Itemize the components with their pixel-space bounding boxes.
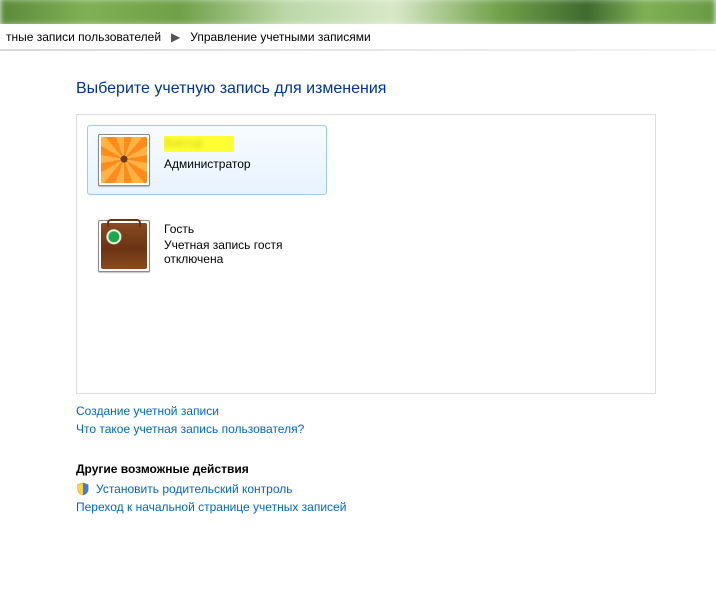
flower-icon — [101, 137, 147, 183]
avatar — [98, 220, 150, 272]
content-area: Выберите учетную запись для изменения Ви… — [0, 50, 716, 514]
shield-icon — [76, 482, 90, 496]
avatar — [98, 134, 150, 186]
account-name-redacted: Виктор — [164, 136, 234, 152]
breadcrumb-level-1[interactable]: тные записи пользователей — [0, 30, 167, 44]
account-item-guest[interactable]: Гость Учетная запись гостя отключена — [87, 211, 327, 281]
account-links: Создание учетной записи Что такое учетна… — [76, 404, 716, 436]
account-role: Администратор — [164, 157, 251, 171]
what-is-account-link[interactable]: Что такое учетная запись пользователя? — [76, 422, 716, 436]
suitcase-icon — [101, 223, 147, 269]
breadcrumb-level-2[interactable]: Управление учетными записями — [184, 30, 376, 44]
goto-accounts-home-link[interactable]: Переход к начальной странице учетных зап… — [76, 500, 716, 514]
other-actions-heading: Другие возможные действия — [76, 462, 716, 476]
account-name: Гость — [164, 222, 316, 236]
account-text: Виктор Администратор — [164, 134, 251, 171]
window-chrome-blur — [0, 0, 716, 26]
page-title: Выберите учетную запись для изменения — [76, 80, 716, 98]
create-account-link[interactable]: Создание учетной записи — [76, 404, 716, 418]
parental-control-link[interactable]: Установить родительский контроль — [96, 482, 293, 496]
account-role: Учетная запись гостя отключена — [164, 238, 316, 266]
accounts-list: Виктор Администратор Гость Учетная запис… — [76, 114, 656, 394]
breadcrumb: тные записи пользователей ▶ Управление у… — [0, 24, 716, 50]
account-item-admin[interactable]: Виктор Администратор — [87, 125, 327, 195]
parental-control-row: Установить родительский контроль — [76, 482, 716, 496]
account-text: Гость Учетная запись гостя отключена — [164, 220, 316, 266]
chevron-right-icon: ▶ — [167, 30, 184, 44]
